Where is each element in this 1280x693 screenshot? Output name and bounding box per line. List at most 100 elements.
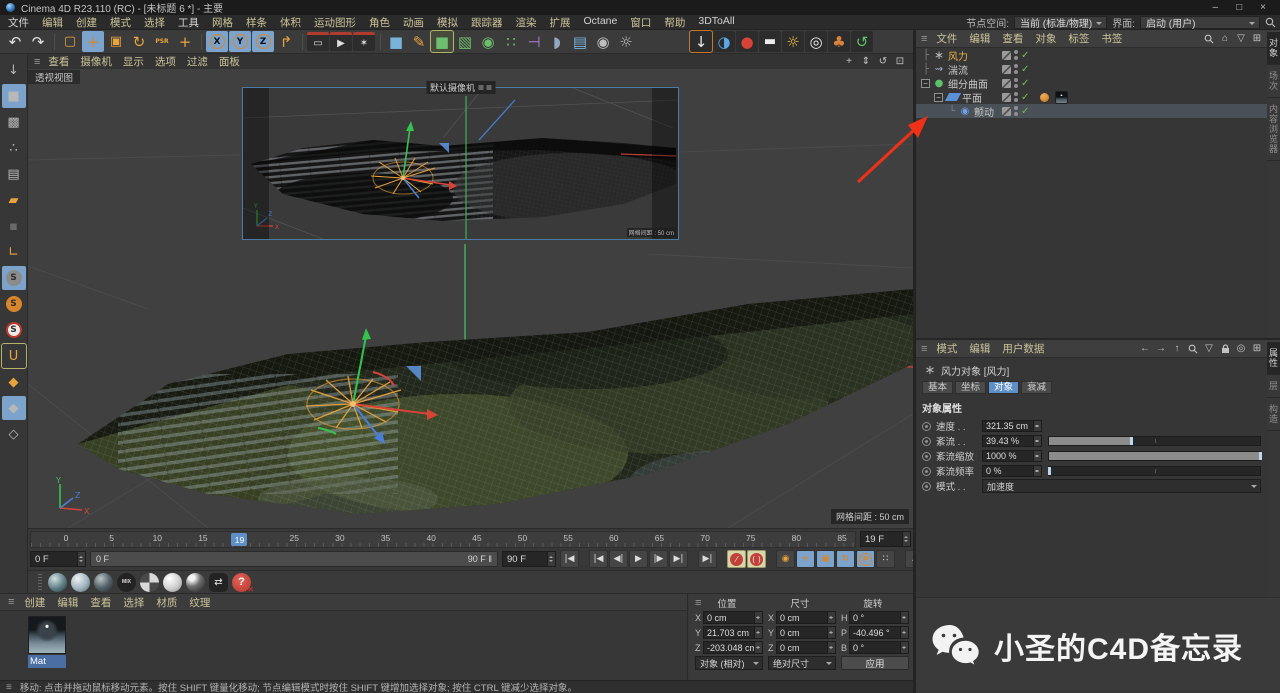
spline-boole-icon[interactable]: ⊣ (523, 31, 545, 52)
octane-scatter-icon[interactable]: ♣ (828, 31, 850, 52)
am-filter-icon[interactable]: ▽ (1203, 343, 1215, 354)
property-value-field[interactable]: 321.35 cm (982, 420, 1042, 432)
key-parameter-button[interactable]: P (856, 550, 875, 568)
value-spinner[interactable] (1033, 451, 1041, 461)
key-scale-button[interactable]: ▣ (816, 550, 835, 568)
value-spinner[interactable] (1033, 421, 1041, 431)
material-menu-item[interactable]: 纹理 (189, 595, 210, 610)
coordinate-spinner[interactable] (754, 642, 762, 653)
octane-proxy-icon[interactable]: ↺ (851, 31, 873, 52)
y-axis-lock-icon[interactable]: Y (229, 31, 251, 52)
coordinate-field[interactable]: 21.703 cm (703, 626, 763, 639)
node-space-select[interactable]: 当前 (标准/物理) (1014, 16, 1107, 29)
material-item[interactable]: Mat (28, 616, 66, 668)
viewport-menu-item[interactable]: 查看 (48, 54, 69, 69)
coordinate-field[interactable]: 0 cm (776, 641, 836, 654)
panel-tab-active[interactable]: 对象 (1267, 32, 1280, 65)
layer-toggle[interactable] (1002, 93, 1011, 102)
property-slider[interactable] (1048, 451, 1261, 461)
panel-tab-inactive[interactable]: 层 (1267, 375, 1280, 398)
coordinate-spinner[interactable] (827, 642, 835, 653)
viewport-menu-item[interactable]: 面板 (219, 54, 240, 69)
record-keyframe-button[interactable]: ⁄ (727, 550, 746, 568)
coordinate-spinner[interactable] (754, 612, 762, 623)
viewport-menu-item[interactable]: 显示 (123, 54, 144, 69)
om-menu-item[interactable]: 文件 (936, 31, 957, 46)
property-slider[interactable] (1048, 466, 1261, 476)
menubar-item[interactable]: 角色 (369, 15, 390, 30)
keyframe-circle-icon[interactable] (922, 422, 931, 431)
light-icon[interactable]: ☼ (615, 31, 637, 52)
material-menu-item[interactable]: 编辑 (57, 595, 78, 610)
apply-button[interactable]: 应用 (841, 656, 909, 670)
scale-tool-icon[interactable]: ▣ (105, 31, 127, 52)
live-selection-icon[interactable]: ▢ (59, 31, 81, 52)
x-axis-lock-icon[interactable]: X (206, 31, 228, 52)
view-label[interactable]: 透视视图 (28, 70, 80, 84)
last-tool-icon[interactable]: + (174, 31, 196, 52)
property-value-field[interactable]: 39.43 % (982, 435, 1042, 447)
attribute-tab[interactable]: 坐标 (955, 381, 986, 394)
layer-toggle[interactable] (1002, 79, 1011, 88)
object-manager-menu-icon[interactable]: ≡ (921, 33, 927, 45)
point-mode-icon[interactable]: ∴ (2, 136, 26, 160)
render-view-icon[interactable]: ▭ (307, 32, 329, 51)
simulation-icon[interactable]: ◗ (546, 31, 568, 52)
menubar-item[interactable]: 选择 (144, 15, 165, 30)
material-preview-white[interactable] (163, 573, 182, 592)
om-menu-item[interactable]: 编辑 (969, 31, 990, 46)
keyframe-circle-icon[interactable] (922, 452, 931, 461)
goto-start-button[interactable]: |◀ (560, 550, 579, 568)
texture-mode-icon[interactable]: ▩ (2, 110, 26, 134)
object-row[interactable]: −平面✓ (916, 90, 1267, 104)
enable-check[interactable]: ✓ (1021, 50, 1029, 61)
om-add-icon[interactable]: ⊞ (1251, 33, 1263, 44)
redo-icon[interactable]: ↷ (27, 31, 49, 52)
material-preview-metal[interactable] (186, 573, 205, 592)
menubar-item[interactable]: Octane (584, 15, 618, 30)
am-up-icon[interactable]: ↑ (1171, 343, 1183, 354)
enable-check[interactable]: ✓ (1021, 78, 1029, 89)
object-row[interactable]: ├∗风力✓ (916, 48, 1267, 62)
am-back-icon[interactable]: ← (1139, 343, 1151, 354)
coordinate-field[interactable]: 0 cm (776, 626, 836, 639)
am-menu-item[interactable]: 编辑 (969, 341, 990, 356)
minimize-button[interactable]: – (1213, 2, 1219, 13)
key-position-button[interactable]: + (796, 550, 815, 568)
om-home-icon[interactable]: ⌂ (1219, 33, 1231, 44)
viewport[interactable]: 默认摄像机 (28, 54, 913, 528)
texture-tag-icon[interactable] (1055, 91, 1068, 104)
key-pla-button[interactable]: ∷ (876, 550, 895, 568)
panel-tab-inactive[interactable]: 内容浏览器 (1267, 98, 1280, 161)
goto-end-button[interactable]: ▶| (698, 550, 717, 568)
psr-history-icon[interactable]: PSR (151, 31, 173, 52)
menubar-item[interactable]: 工具 (178, 15, 199, 30)
attribute-section-title[interactable]: 对象属性 (922, 400, 1261, 415)
primitive-cube-icon[interactable]: ■ (385, 31, 407, 52)
coordinate-spinner[interactable] (900, 642, 908, 653)
om-menu-item[interactable]: 查看 (1002, 31, 1023, 46)
make-editable-icon[interactable]: ↓ (2, 58, 26, 82)
move-tool-icon[interactable]: + (82, 31, 104, 52)
snap-enable-icon[interactable]: S (2, 292, 26, 316)
layer-toggle[interactable] (1002, 65, 1011, 74)
current-frame-field[interactable]: 19 F (860, 531, 911, 547)
panel-tab-inactive[interactable]: 构造 (1267, 398, 1280, 431)
menubar-item[interactable]: 模拟 (437, 15, 458, 30)
material-preview-3[interactable] (94, 573, 113, 592)
am-lock-icon[interactable] (1219, 344, 1231, 354)
visibility-dots[interactable] (1014, 106, 1018, 116)
object-row[interactable]: └◉颤动✓ (916, 104, 1267, 118)
key-rotation-button[interactable]: ↻ (836, 550, 855, 568)
preview-range-bar[interactable]: 0 F 90 F ‖ (90, 551, 498, 567)
spline-pen-icon[interactable]: ✎ (408, 31, 430, 52)
attribute-tab[interactable]: 对象 (988, 381, 1019, 394)
start-frame-field[interactable]: 0 F (30, 551, 86, 567)
play-button[interactable]: ▶ (629, 550, 648, 568)
coordinate-spinner[interactable] (900, 612, 908, 623)
rotate-view-icon[interactable]: ↺ (876, 56, 890, 68)
octane-material-icon[interactable]: ▬ (759, 31, 781, 52)
menubar-item[interactable]: 体积 (280, 15, 301, 30)
attribute-tab[interactable]: 基本 (922, 381, 953, 394)
workplane-lock-icon[interactable]: ◆ (2, 396, 26, 420)
